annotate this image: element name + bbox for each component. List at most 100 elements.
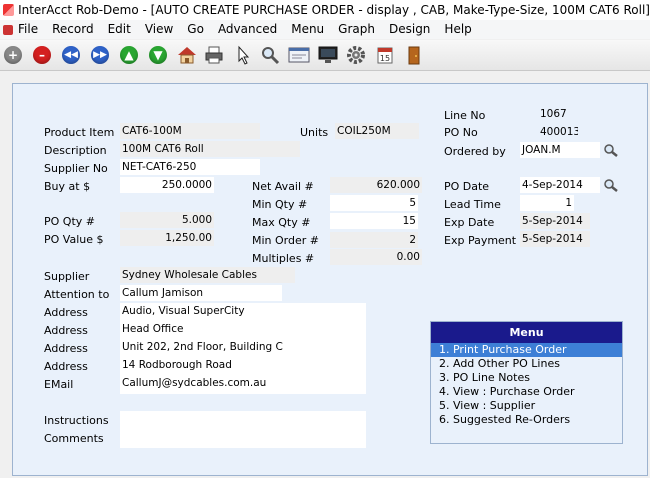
- po-date-lookup-icon[interactable]: [603, 178, 619, 192]
- po-qty-value: 5.000: [120, 212, 214, 228]
- exp-payment-label: Exp Payment: [444, 234, 517, 247]
- min-order-label: Min Order #: [252, 234, 319, 247]
- instructions-comments-box[interactable]: [120, 411, 366, 448]
- menu-item-suggested-re-orders[interactable]: 6. Suggested Re-Orders: [431, 413, 622, 427]
- buy-at-label: Buy at $: [44, 180, 91, 193]
- menu-item-po-line-notes[interactable]: 3. PO Line Notes: [431, 371, 622, 385]
- home-button[interactable]: [176, 44, 198, 66]
- app-icon: [3, 4, 15, 16]
- first-record-button[interactable]: ◀◀: [60, 44, 82, 66]
- down-arrow-icon: ▼: [149, 46, 167, 64]
- address-line-3[interactable]: Unit 202, 2nd Floor, Building C: [120, 339, 366, 355]
- instructions-label: Instructions: [44, 414, 109, 427]
- multiples-value: 0.00: [330, 249, 422, 265]
- delete-button[interactable]: –: [31, 44, 53, 66]
- min-qty-field[interactable]: 5: [330, 195, 418, 211]
- menu-item-print-purchase-order[interactable]: 1. Print Purchase Order: [431, 343, 622, 357]
- multiples-label: Multiples #: [252, 252, 315, 265]
- description-value: 100M CAT6 Roll: [120, 141, 300, 157]
- address-line-2[interactable]: Head Office: [120, 321, 366, 337]
- po-date-field[interactable]: 4-Sep-2014: [520, 177, 600, 193]
- menu-menu[interactable]: Menu: [284, 20, 331, 39]
- form-button[interactable]: [288, 44, 310, 66]
- ordered-by-lookup-icon[interactable]: [603, 143, 619, 157]
- last-record-button[interactable]: ▶▶: [89, 44, 111, 66]
- po-date-label: PO Date: [444, 180, 490, 193]
- menu-item-add-other-po-lines[interactable]: 2. Add Other PO Lines: [431, 357, 622, 371]
- menu-graph[interactable]: Graph: [331, 20, 382, 39]
- address-line-1[interactable]: Audio, Visual SuperCity: [120, 303, 366, 319]
- lead-time-label: Lead Time: [444, 198, 501, 211]
- menu-item-view-purchase-order[interactable]: 4. View : Purchase Order: [431, 385, 622, 399]
- ordered-by-field[interactable]: JOAN.M: [520, 142, 600, 158]
- calendar-button[interactable]: 15: [374, 44, 396, 66]
- window-title: InterAcct Rob-Demo - [AUTO CREATE PURCHA…: [18, 3, 650, 17]
- print-button[interactable]: [203, 44, 225, 66]
- delete-icon: –: [33, 46, 51, 64]
- po-no-label: PO No: [444, 126, 478, 139]
- menu-design[interactable]: Design: [382, 20, 437, 39]
- supplier-no-field[interactable]: NET-CAT6-250: [120, 159, 260, 175]
- address-line-4[interactable]: 14 Rodborough Road: [120, 357, 366, 373]
- home-icon: [178, 47, 196, 64]
- units-label: Units: [300, 126, 329, 139]
- instructions-field[interactable]: [120, 411, 366, 427]
- comments-label: Comments: [44, 432, 104, 445]
- email-field[interactable]: CallumJ@sydcables.com.au: [120, 375, 366, 391]
- down-button[interactable]: ▼: [147, 44, 169, 66]
- address-label-1: Address: [44, 306, 88, 319]
- first-record-icon: ◀◀: [62, 46, 80, 64]
- toolbar: + – ◀◀ ▶▶ ▲ ▼ 15: [0, 40, 650, 71]
- menu-advanced[interactable]: Advanced: [211, 20, 284, 39]
- up-arrow-icon: ▲: [120, 46, 138, 64]
- lead-time-field[interactable]: 1: [520, 195, 574, 211]
- exp-date-value: 5-Sep-2014: [520, 213, 590, 229]
- menu-help[interactable]: Help: [437, 20, 478, 39]
- po-no-value: 400013: [540, 126, 578, 138]
- comments-field[interactable]: [120, 429, 366, 445]
- printer-icon: [205, 46, 223, 64]
- net-avail-label: Net Avail #: [252, 180, 314, 193]
- product-item-label: Product Item: [44, 126, 115, 139]
- action-menu: Menu 1. Print Purchase Order 2. Add Othe…: [430, 321, 623, 444]
- menu-item-view-supplier[interactable]: 5. View : Supplier: [431, 399, 622, 413]
- menu-file[interactable]: File: [0, 20, 45, 39]
- max-qty-label: Max Qty #: [252, 216, 311, 229]
- pointer-button[interactable]: [232, 44, 254, 66]
- menu-title: Menu: [431, 322, 622, 343]
- attention-to-field[interactable]: Callum Jamison: [120, 285, 282, 301]
- add-icon: +: [4, 46, 22, 64]
- po-qty-label: PO Qty #: [44, 215, 95, 228]
- settings-button[interactable]: [345, 44, 367, 66]
- add-button[interactable]: +: [2, 44, 24, 66]
- search-icon: [262, 47, 280, 65]
- last-record-icon: ▶▶: [91, 46, 109, 64]
- gear-icon: [347, 46, 365, 64]
- menu-record[interactable]: Record: [45, 20, 100, 39]
- ordered-by-label: Ordered by: [444, 145, 506, 158]
- up-button[interactable]: ▲: [118, 44, 140, 66]
- exit-button[interactable]: [403, 44, 425, 66]
- door-exit-icon: [408, 46, 420, 65]
- address-label-3: Address: [44, 342, 88, 355]
- monitor-button[interactable]: [317, 44, 339, 66]
- net-avail-value: 620.000: [330, 177, 422, 193]
- exp-payment-value: 5-Sep-2014: [520, 231, 590, 247]
- menu-edit[interactable]: Edit: [101, 20, 138, 39]
- search-button[interactable]: [259, 44, 281, 66]
- attention-to-label: Attention to: [44, 288, 110, 301]
- supplier-label: Supplier: [44, 270, 90, 283]
- max-qty-field[interactable]: 15: [330, 213, 418, 229]
- line-no-label: Line No: [444, 109, 486, 122]
- svg-text:15: 15: [380, 54, 390, 63]
- supplier-value: Sydney Wholesale Cables: [120, 267, 295, 283]
- supplier-no-label: Supplier No: [44, 162, 108, 175]
- product-item-value: CAT6-100M: [120, 123, 260, 139]
- buy-at-field[interactable]: 250.0000: [120, 177, 214, 193]
- exp-date-label: Exp Date: [444, 216, 495, 229]
- menu-view[interactable]: View: [138, 20, 180, 39]
- menu-go[interactable]: Go: [180, 20, 211, 39]
- units-value: COIL250M: [335, 123, 419, 139]
- calendar-icon: 15: [377, 47, 393, 64]
- line-no-value: 1067: [540, 108, 567, 120]
